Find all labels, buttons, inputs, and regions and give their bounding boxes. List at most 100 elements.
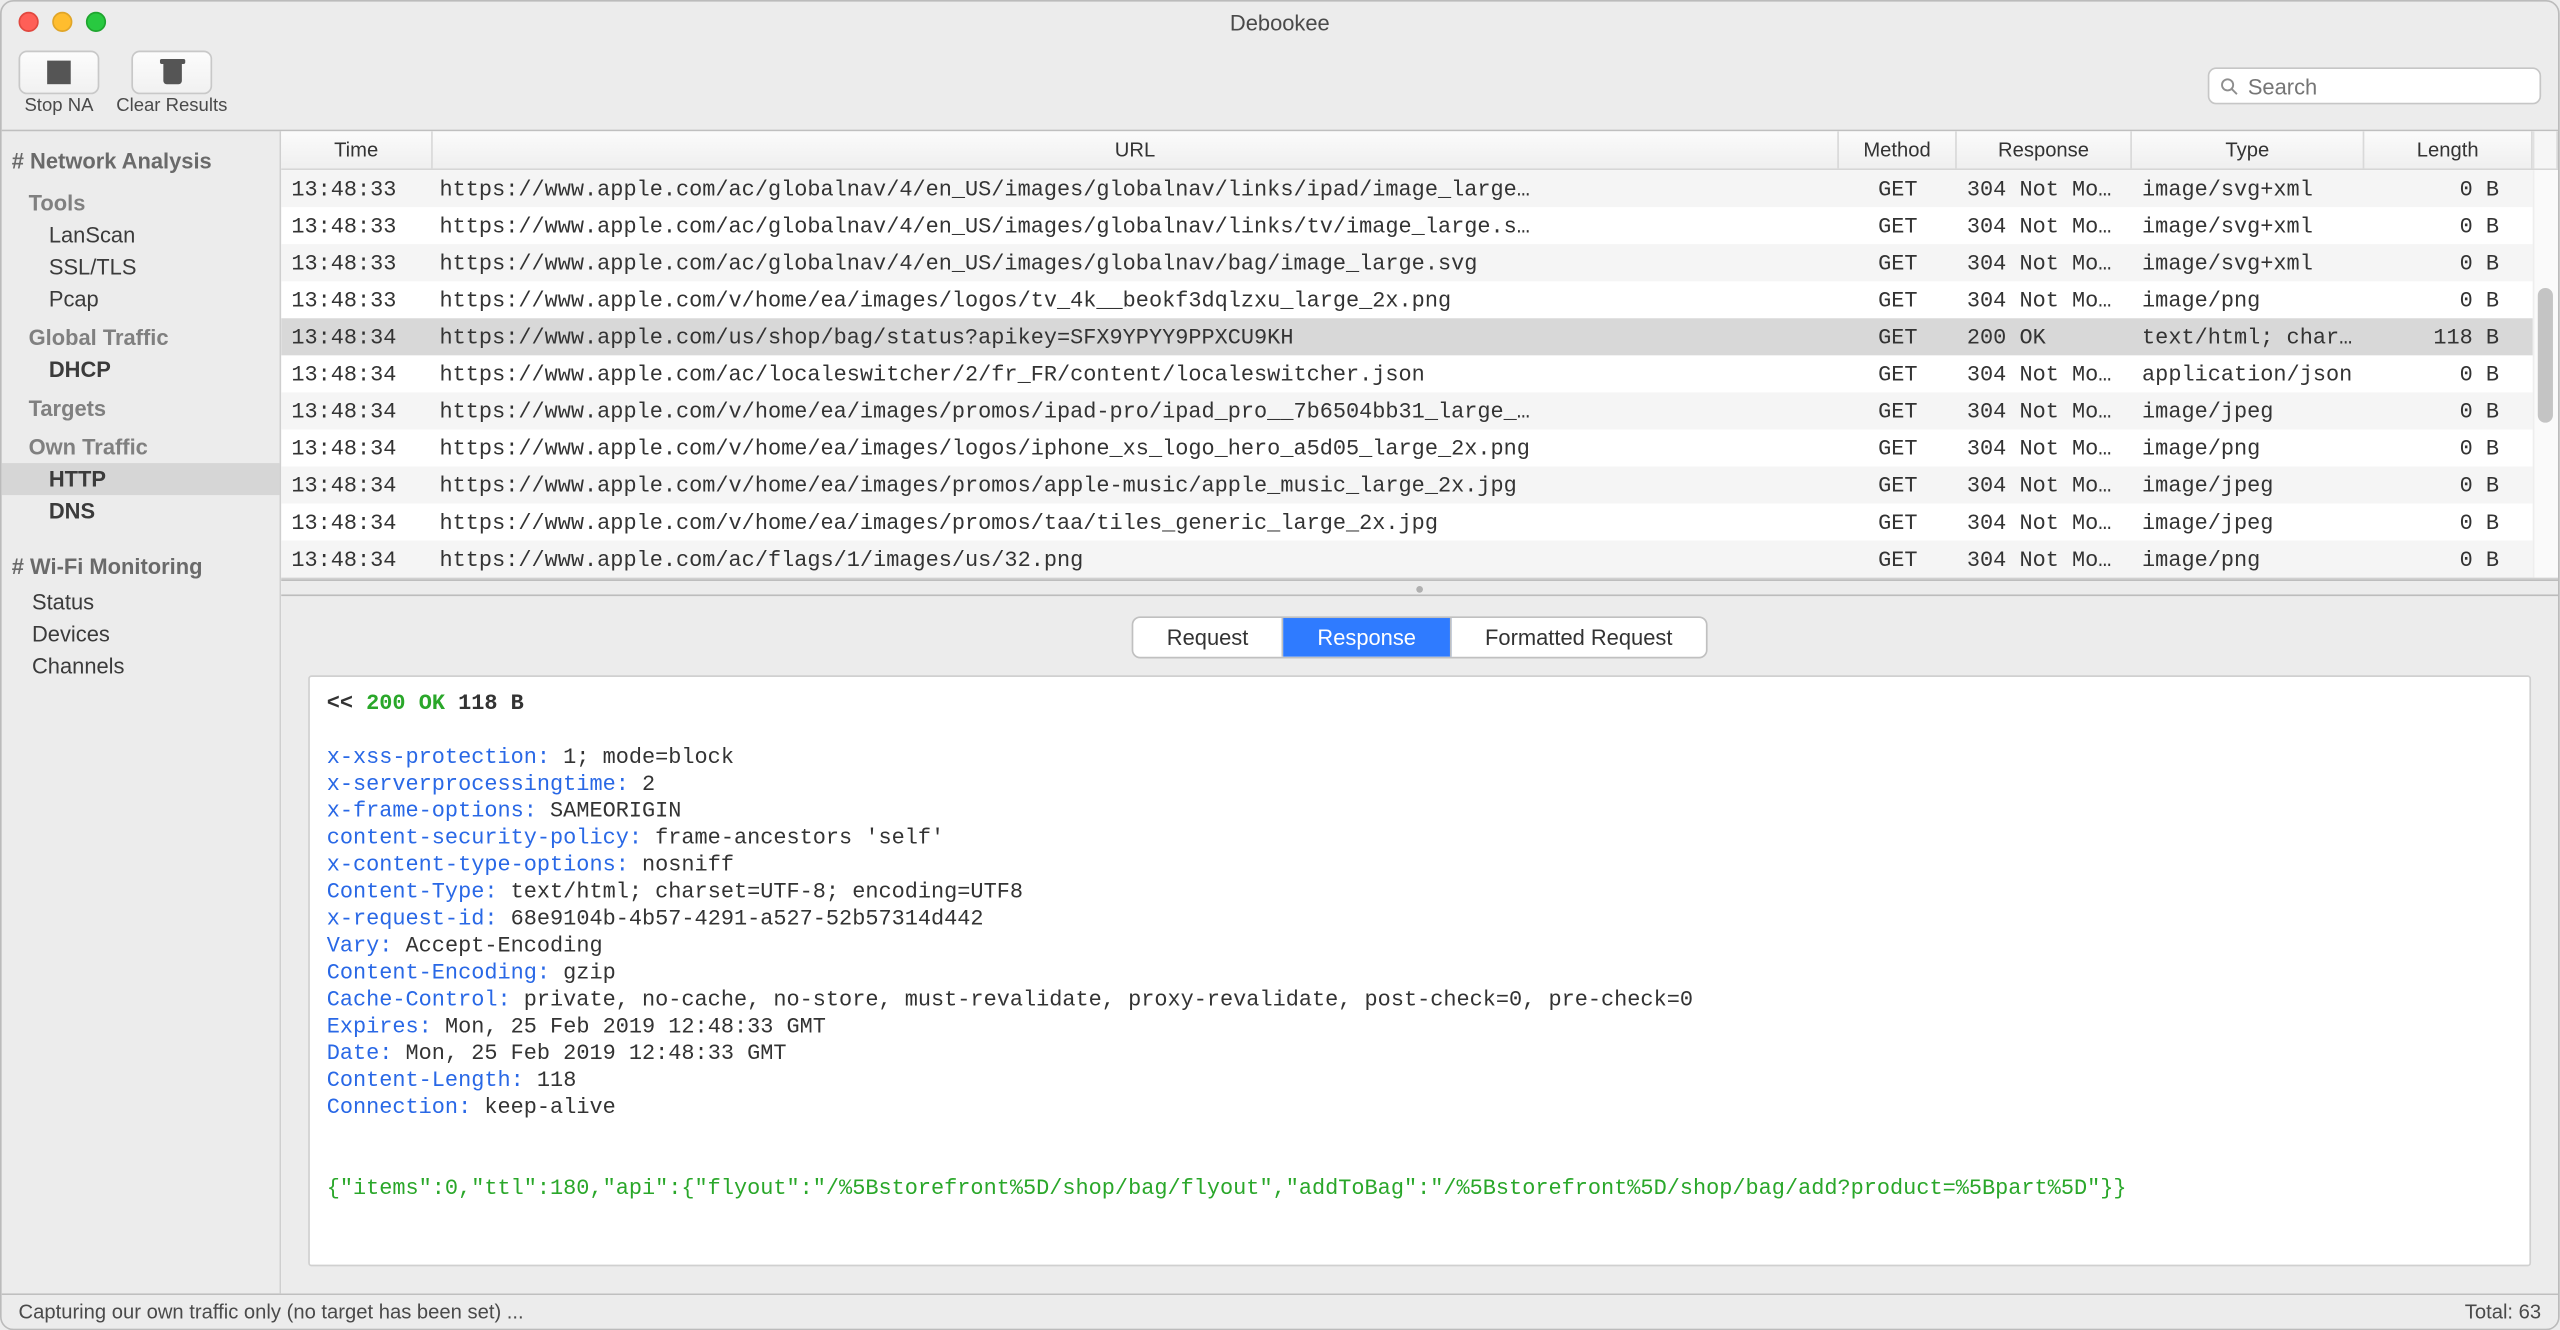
col-time[interactable]: Time	[281, 131, 433, 168]
sidebar-item-pcap[interactable]: Pcap	[2, 283, 280, 315]
cell-length: 0 B	[2364, 176, 2532, 201]
cell-type: image/jpeg	[2132, 472, 2364, 497]
cell-type: application/json	[2132, 361, 2364, 386]
sidebar-item-ssltls[interactable]: SSL/TLS	[2, 251, 280, 283]
clear-results-label: Clear Results	[116, 96, 227, 116]
col-type[interactable]: Type	[2132, 131, 2364, 168]
tab-request[interactable]: Request	[1133, 618, 1284, 657]
col-scroll-gutter	[2533, 131, 2558, 168]
table-row[interactable]: 13:48:34https://www.apple.com/v/home/ea/…	[281, 466, 2558, 503]
close-icon[interactable]	[19, 12, 39, 32]
sidebar: # Network Analysis Tools LanScan SSL/TLS…	[2, 131, 282, 1293]
cell-response: 304 Not Mod…	[1957, 472, 2132, 497]
cell-response: 304 Not Mod…	[1957, 250, 2132, 275]
cell-url: https://www.apple.com/ac/globalnav/4/en_…	[433, 213, 1839, 238]
table-row[interactable]: 13:48:33https://www.apple.com/ac/globaln…	[281, 170, 2558, 207]
cell-method: GET	[1839, 287, 1957, 312]
main-panel: Time URL Method Response Type Length 13:…	[281, 131, 2558, 1293]
cell-time: 13:48:33	[281, 250, 433, 275]
sidebar-section-wifi: # Wi-Fi Monitoring	[2, 544, 280, 586]
splitter-handle[interactable]	[281, 579, 2558, 596]
cell-length: 0 B	[2364, 546, 2532, 571]
cell-type: image/png	[2132, 435, 2364, 460]
table-row[interactable]: 13:48:34https://www.apple.com/v/home/ea/…	[281, 392, 2558, 429]
stop-icon	[47, 61, 71, 85]
tab-response[interactable]: Response	[1284, 618, 1452, 657]
cell-type: text/html; char…	[2132, 324, 2364, 349]
status-text: Capturing our own traffic only (no targe…	[19, 1300, 524, 1324]
table-row[interactable]: 13:48:34https://www.apple.com/ac/flags/1…	[281, 541, 2558, 578]
cell-url: https://www.apple.com/us/shop/bag/status…	[433, 324, 1839, 349]
tab-formatted[interactable]: Formatted Request	[1451, 618, 1706, 657]
clear-results-button[interactable]: Clear Results	[116, 51, 227, 117]
cell-type: image/svg+xml	[2132, 176, 2364, 201]
sidebar-item-lanscan[interactable]: LanScan	[2, 219, 280, 251]
cell-time: 13:48:34	[281, 361, 433, 386]
cell-response: 200 OK	[1957, 324, 2132, 349]
cell-method: GET	[1839, 361, 1957, 386]
sidebar-item-channels[interactable]: Channels	[2, 650, 280, 682]
cell-length: 0 B	[2364, 287, 2532, 312]
cell-time: 13:48:34	[281, 398, 433, 423]
trash-icon	[161, 60, 183, 85]
cell-method: GET	[1839, 213, 1957, 238]
scrollbar-thumb[interactable]	[2538, 288, 2553, 423]
sidebar-item-http[interactable]: HTTP	[2, 463, 280, 495]
cell-time: 13:48:34	[281, 472, 433, 497]
sidebar-item-dhcp[interactable]: DHCP	[2, 354, 280, 386]
sidebar-group-tools: Tools	[2, 180, 280, 219]
requests-table: Time URL Method Response Type Length 13:…	[281, 131, 2558, 579]
table-row[interactable]: 13:48:33https://www.apple.com/ac/globaln…	[281, 244, 2558, 281]
search-box[interactable]	[2208, 67, 2541, 104]
cell-length: 0 B	[2364, 361, 2532, 386]
cell-response: 304 Not Mod…	[1957, 213, 2132, 238]
cell-method: GET	[1839, 176, 1957, 201]
table-row[interactable]: 13:48:33https://www.apple.com/ac/globaln…	[281, 207, 2558, 244]
table-row[interactable]: 13:48:34https://www.apple.com/v/home/ea/…	[281, 504, 2558, 541]
stop-na-button[interactable]: Stop NA	[19, 51, 100, 117]
table-row[interactable]: 13:48:34https://www.apple.com/us/shop/ba…	[281, 318, 2558, 355]
col-url[interactable]: URL	[433, 131, 1839, 168]
cell-response: 304 Not Mod…	[1957, 546, 2132, 571]
toolbar: Stop NA Clear Results	[2, 44, 2558, 132]
cell-response: 304 Not Mod…	[1957, 287, 2132, 312]
table-row[interactable]: 13:48:34https://www.apple.com/ac/locales…	[281, 355, 2558, 392]
table-row[interactable]: 13:48:34https://www.apple.com/v/home/ea/…	[281, 429, 2558, 466]
cell-url: https://www.apple.com/ac/globalnav/4/en_…	[433, 176, 1839, 201]
table-row[interactable]: 13:48:33https://www.apple.com/v/home/ea/…	[281, 281, 2558, 318]
table-body: 13:48:33https://www.apple.com/ac/globaln…	[281, 170, 2558, 578]
cell-time: 13:48:34	[281, 324, 433, 349]
col-method[interactable]: Method	[1839, 131, 1957, 168]
search-icon	[2220, 75, 2240, 97]
cell-time: 13:48:33	[281, 213, 433, 238]
cell-type: image/png	[2132, 287, 2364, 312]
cell-method: GET	[1839, 324, 1957, 349]
col-response[interactable]: Response	[1957, 131, 2132, 168]
cell-type: image/jpeg	[2132, 398, 2364, 423]
scrollbar-track[interactable]	[2533, 170, 2558, 578]
cell-response: 304 Not Mod…	[1957, 361, 2132, 386]
cell-url: https://www.apple.com/ac/flags/1/images/…	[433, 546, 1839, 571]
cell-type: image/png	[2132, 546, 2364, 571]
cell-length: 0 B	[2364, 435, 2532, 460]
sidebar-item-dns[interactable]: DNS	[2, 495, 280, 527]
cell-method: GET	[1839, 250, 1957, 275]
cell-length: 0 B	[2364, 250, 2532, 275]
minimize-icon[interactable]	[52, 12, 72, 32]
search-input[interactable]	[2248, 73, 2530, 98]
cell-type: image/svg+xml	[2132, 213, 2364, 238]
cell-time: 13:48:33	[281, 176, 433, 201]
cell-response: 304 Not Mod…	[1957, 398, 2132, 423]
col-length[interactable]: Length	[2364, 131, 2532, 168]
cell-url: https://www.apple.com/v/home/ea/images/p…	[433, 398, 1839, 423]
sidebar-item-status[interactable]: Status	[2, 586, 280, 618]
zoom-icon[interactable]	[86, 12, 106, 32]
cell-url: https://www.apple.com/v/home/ea/images/l…	[433, 435, 1839, 460]
cell-url: https://www.apple.com/v/home/ea/images/p…	[433, 472, 1839, 497]
cell-method: GET	[1839, 509, 1957, 534]
sidebar-item-devices[interactable]: Devices	[2, 618, 280, 650]
status-bar: Capturing our own traffic only (no targe…	[2, 1293, 2558, 1328]
cell-length: 0 B	[2364, 509, 2532, 534]
sidebar-group-global: Global Traffic	[2, 315, 280, 354]
response-body[interactable]: << 200 OK 118 B x-xss-protection: 1; mod…	[308, 675, 2531, 1266]
